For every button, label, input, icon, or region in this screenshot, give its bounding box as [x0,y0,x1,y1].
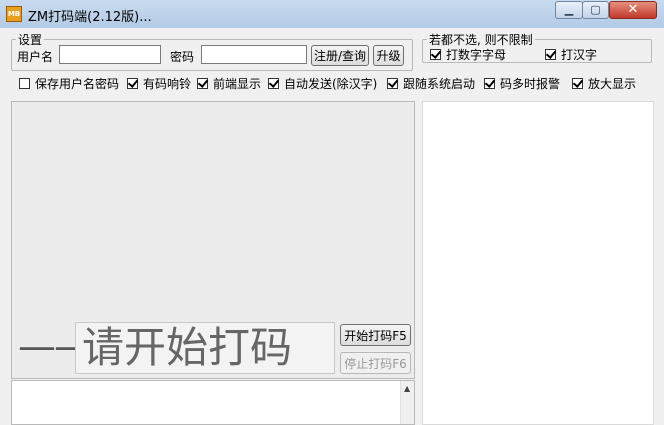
prompt-display: 请开始打码 [75,322,335,374]
option-ring-on-code-box[interactable] [127,78,138,89]
username-input[interactable] [59,45,161,64]
checkbox-hanzi[interactable]: 打汉字 [545,46,597,63]
minimize-button[interactable]: ▁ [555,1,583,19]
checkbox-alnum[interactable]: 打数字字母 [430,46,506,63]
option-ring-on-code[interactable]: 有码响铃 [127,75,191,92]
app-logo-icon: MB [6,6,22,22]
log-scrollbar[interactable]: ▲ [400,381,414,424]
option-autostart-box[interactable] [387,78,398,89]
password-input[interactable] [201,45,307,64]
username-label: 用户名 [17,50,54,64]
upgrade-button[interactable]: 升级 [373,45,404,66]
register-query-button[interactable]: 注册/查询 [311,45,369,66]
option-always-on-top[interactable]: 前端显示 [197,75,261,92]
start-coding-button[interactable]: 开始打码F5 [340,324,411,346]
option-always-on-top-box[interactable] [197,78,208,89]
option-overflow-alarm[interactable]: 码多时报警 [484,75,560,92]
password-label: 密码 [170,50,195,64]
right-white-panel [422,101,654,425]
option-autostart[interactable]: 跟随系统启动 [387,75,475,92]
scroll-up-icon[interactable]: ▲ [404,384,410,393]
option-auto-send[interactable]: 自动发送(除汉字) [268,75,377,92]
checkbox-hanzi-label: 打汉字 [561,48,598,62]
option-zoom-display-box[interactable] [572,78,583,89]
option-autostart-label: 跟随系统启动 [403,77,476,91]
option-ring-on-code-label: 有码响铃 [143,77,192,91]
window-title: ZM打码端(2.12版)... [28,10,152,25]
close-button[interactable]: ✕ [609,1,657,19]
option-overflow-alarm-box[interactable] [484,78,495,89]
option-save-credentials[interactable]: 保存用户名密码 [19,75,119,92]
option-auto-send-box[interactable] [268,78,279,89]
option-zoom-display[interactable]: 放大显示 [572,75,636,92]
title-bar: MB ZM打码端(2.12版)... ▁ ▢ ✕ [0,0,664,28]
checkbox-alnum-box[interactable] [430,49,441,60]
checkbox-hanzi-box[interactable] [545,49,556,60]
option-save-credentials-box[interactable] [19,78,30,89]
option-save-credentials-label: 保存用户名密码 [35,77,120,91]
checkbox-alnum-label: 打数字字母 [446,48,507,62]
option-overflow-alarm-label: 码多时报警 [500,77,561,91]
stop-coding-button[interactable]: 停止打码F6 [340,352,411,374]
option-auto-send-label: 自动发送(除汉字) [284,77,378,91]
settings-legend: 设置 [18,33,43,47]
client-area: 设置 用户名 密码 注册/查询 升级 若都不选, 则不限制 打数字字母 打汉字 … [0,28,664,425]
option-zoom-display-label: 放大显示 [588,77,637,91]
maximize-button[interactable]: ▢ [582,1,609,19]
option-always-on-top-label: 前端显示 [213,77,262,91]
log-text-area[interactable]: ▲ [11,380,415,425]
